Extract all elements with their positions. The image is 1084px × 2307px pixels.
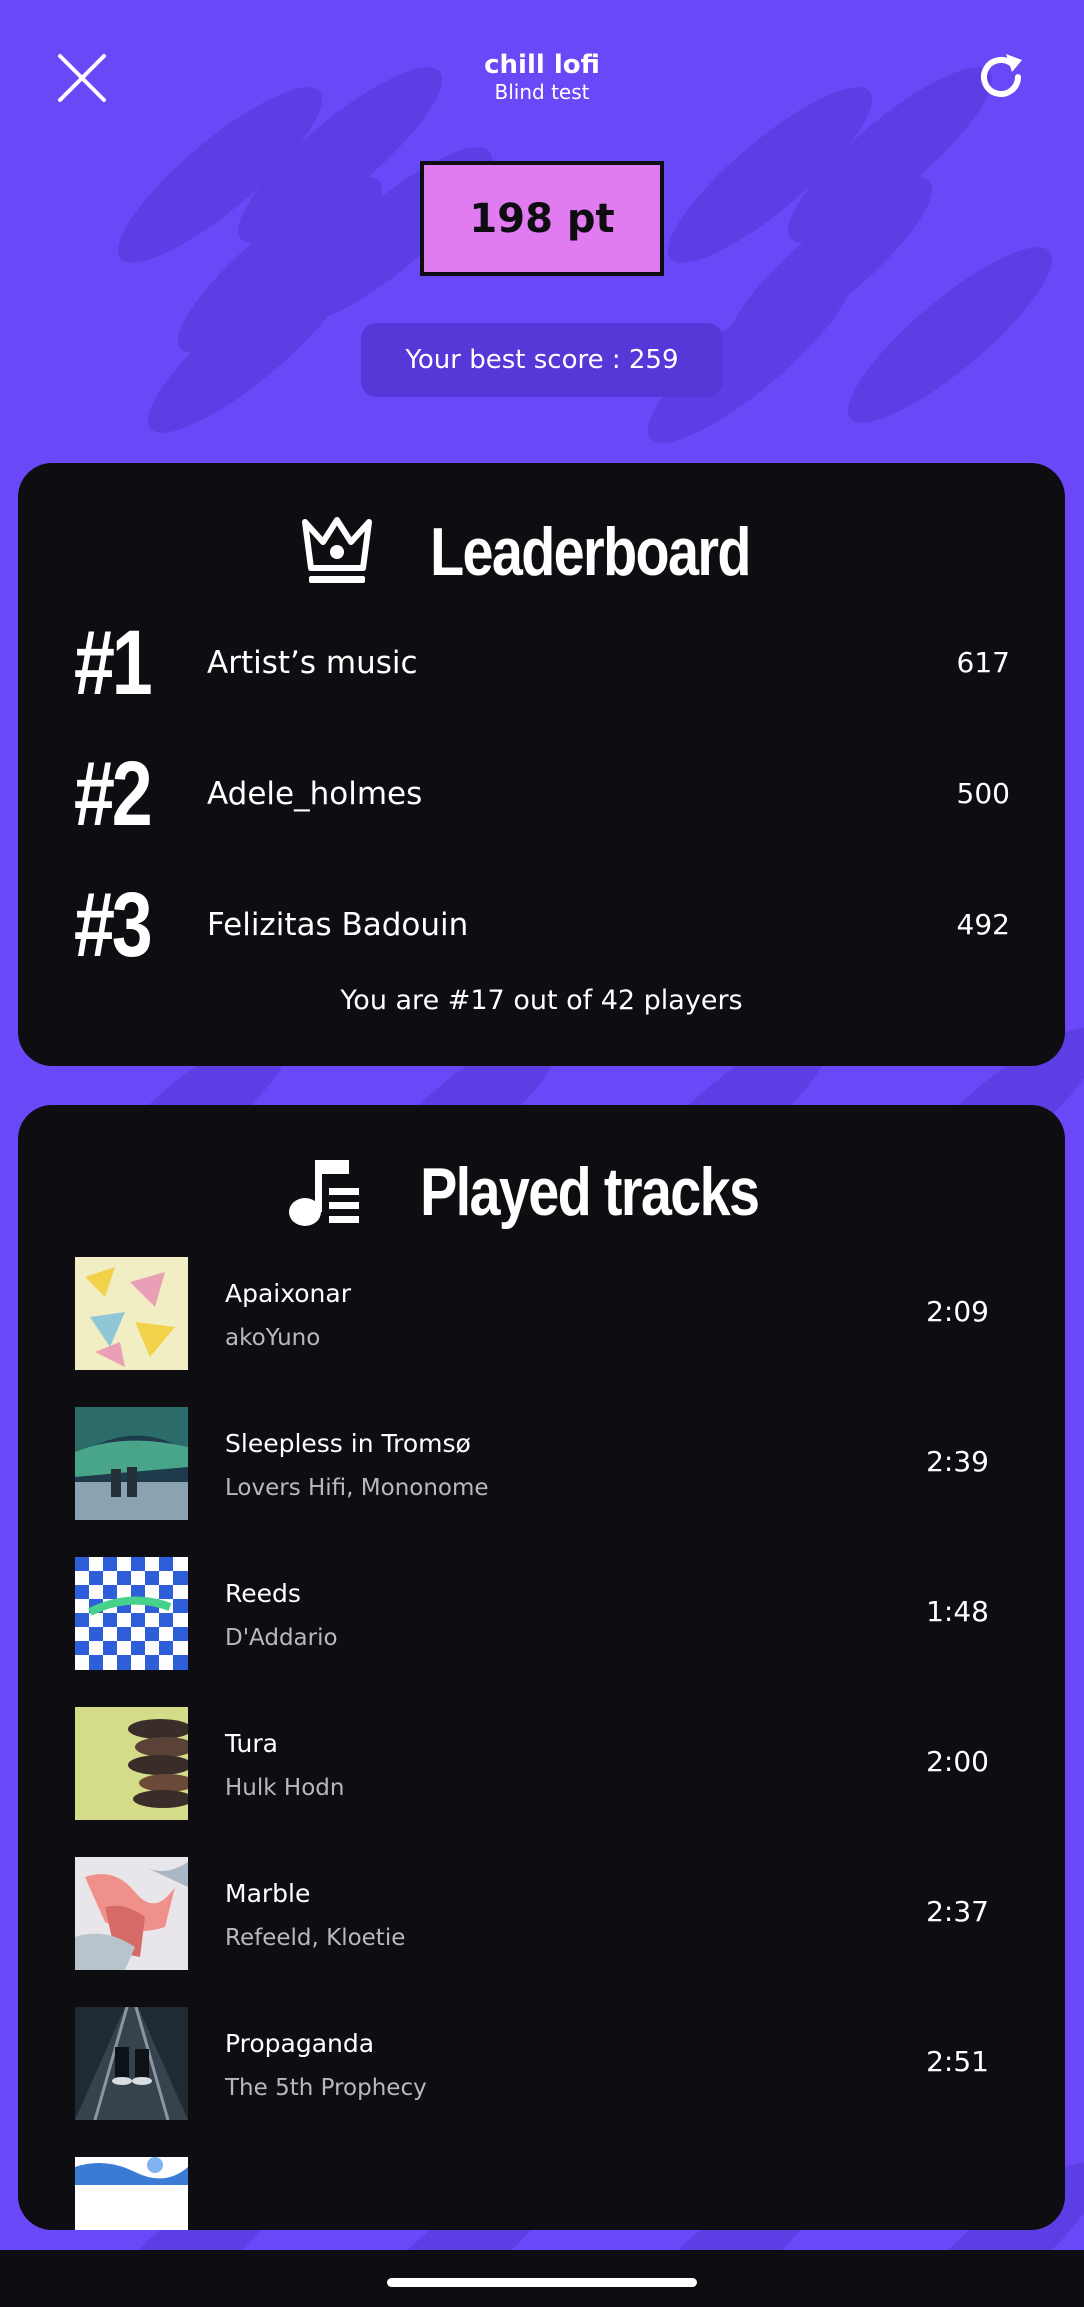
leaderboard-row-3[interactable]: #3 Felizitas Badouin 492 <box>18 875 1065 975</box>
rank-label: #1 <box>74 612 153 714</box>
track-duration: 2:39 <box>926 1445 989 1478</box>
leaderboard-title: Leaderboard <box>429 514 751 590</box>
track-duration: 2:09 <box>926 1295 989 1328</box>
page-title: chill lofi <box>484 50 600 80</box>
score-display: 198 pt <box>420 161 664 276</box>
music-list-icon <box>289 1160 360 1226</box>
album-cover <box>75 1707 188 1820</box>
best-score-badge: Your best score : 259 <box>361 323 723 397</box>
track-title: Apaixonar <box>225 1279 352 1308</box>
header: chill lofi Blind test <box>0 0 1084 150</box>
track-item[interactable]: Apaixonar akoYuno 2:09 <box>18 1257 1065 1370</box>
player-name: Artist’s music <box>207 645 418 681</box>
album-cover <box>75 1257 188 1370</box>
track-artist: Lovers Hifi, Mononome <box>225 1475 489 1501</box>
leaderboard-heading: Leaderboard <box>18 513 1065 591</box>
page-subtitle: Blind test <box>494 80 590 104</box>
track-item[interactable]: Tura Hulk Hodn 2:00 <box>18 1707 1065 1820</box>
track-duration: 2:51 <box>926 2045 989 2078</box>
track-title: Sleepless in Tromsø <box>225 1429 471 1458</box>
rank-label: #2 <box>74 743 153 845</box>
track-item[interactable]: Propaganda The 5th Prophecy 2:51 <box>18 2007 1065 2120</box>
leaderboard-row-1[interactable]: #1 Artist’s music 617 <box>18 613 1065 713</box>
track-item[interactable]: Sleepless in Tromsø Lovers Hifi, Mononom… <box>18 1407 1065 1520</box>
leaderboard-card: Leaderboard #1 Artist’s music 617 #2 Ade… <box>18 463 1065 1066</box>
track-title: Tura <box>225 1729 278 1758</box>
played-tracks-card: Played tracks Apaixonar akoYuno 2:09 Sle… <box>18 1105 1065 2230</box>
track-title: Reeds <box>225 1579 301 1608</box>
album-cover <box>75 1857 188 1970</box>
refresh-button[interactable] <box>974 50 1028 104</box>
track-artist: D'Addario <box>225 1625 338 1651</box>
track-duration: 2:00 <box>926 1745 989 1778</box>
tracks-title: Played tracks <box>420 1154 760 1230</box>
track-item[interactable]: Marble Refeeld, Kloetie 2:37 <box>18 1857 1065 1970</box>
player-name: Adele_holmes <box>207 776 423 812</box>
track-title: Marble <box>225 1879 311 1908</box>
track-artist: akoYuno <box>225 1325 321 1351</box>
album-cover <box>75 1557 188 1670</box>
album-cover <box>75 2007 188 2120</box>
tracks-heading: Played tracks <box>18 1153 1065 1231</box>
track-artist: Hulk Hodn <box>225 1775 345 1801</box>
track-duration: 2:37 <box>926 1895 989 1928</box>
album-cover <box>75 1407 188 1520</box>
track-artist: The 5th Prophecy <box>225 2075 427 2101</box>
rank-label: #3 <box>74 874 153 976</box>
title-block: chill lofi Blind test <box>0 50 1084 104</box>
home-indicator[interactable] <box>387 2278 697 2287</box>
player-position-text: You are #17 out of 42 players <box>340 985 743 1016</box>
player-score: 492 <box>956 908 1010 941</box>
player-score: 500 <box>956 777 1010 810</box>
track-title: Propaganda <box>225 2029 375 2058</box>
crown-icon <box>301 517 372 583</box>
leaderboard-row-2[interactable]: #2 Adele_holmes 500 <box>18 744 1065 844</box>
album-cover <box>75 2157 188 2230</box>
track-artist: Refeeld, Kloetie <box>225 1925 406 1951</box>
player-score: 617 <box>956 646 1010 679</box>
player-name: Felizitas Badouin <box>207 907 469 943</box>
track-duration: 1:48 <box>926 1595 989 1628</box>
track-item-partial[interactable] <box>18 2157 1065 2230</box>
track-item[interactable]: Reeds D'Addario 1:48 <box>18 1557 1065 1670</box>
refresh-icon <box>981 54 1022 97</box>
